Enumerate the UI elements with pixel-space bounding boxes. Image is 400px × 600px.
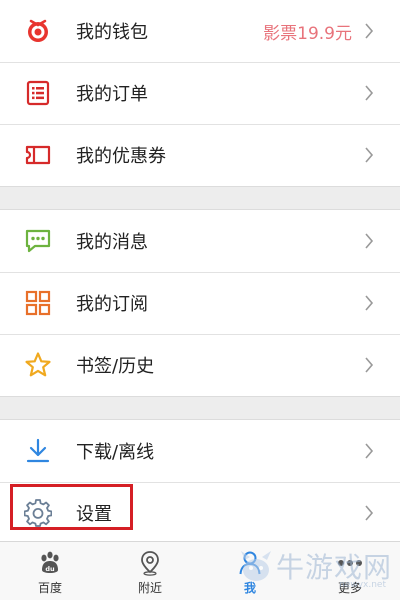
tab-nearby[interactable]: 附近	[100, 542, 200, 600]
menu-item-wallet[interactable]: 我的钱包 影票19.9元	[0, 0, 400, 62]
menu-item-downloads[interactable]: 下载/离线	[0, 420, 400, 482]
menu-section-system: 下载/离线 设置	[0, 419, 400, 545]
wallet-balance-value: 影票19.9元	[263, 23, 352, 44]
location-pin-icon	[136, 549, 164, 577]
chevron-right-icon	[365, 295, 374, 311]
svg-text:du: du	[45, 565, 55, 573]
menu-section-content: 我的消息 我的订阅 书签/历史	[0, 209, 400, 397]
section-divider	[0, 187, 400, 209]
section-divider	[0, 397, 400, 419]
menu-item-label: 我的消息	[76, 232, 148, 253]
menu-item-label: 设置	[76, 504, 112, 525]
menu-item-label: 书签/历史	[76, 356, 155, 377]
menu-item-label: 我的订单	[76, 84, 148, 105]
chevron-right-icon	[365, 147, 374, 163]
tab-label: 我	[243, 580, 256, 595]
wallet-logo-icon	[24, 17, 52, 45]
menu-item-bookmarks-history[interactable]: 书签/历史	[0, 334, 400, 396]
bottom-tab-bar: du 百度 附近 我 更多	[0, 541, 400, 600]
menu-item-subscriptions[interactable]: 我的订阅	[0, 272, 400, 334]
menu-item-messages[interactable]: 我的消息	[0, 210, 400, 272]
menu-item-label: 下载/离线	[76, 442, 155, 463]
menu-section-account: 我的钱包 影票19.9元 我的订单 我的优惠券	[0, 0, 400, 187]
menu-item-label: 我的优惠券	[76, 146, 166, 167]
chevron-right-icon	[365, 23, 374, 39]
person-icon	[236, 549, 264, 577]
baidu-paw-icon: du	[36, 549, 64, 577]
gear-icon	[24, 499, 52, 527]
chevron-right-icon	[365, 85, 374, 101]
chevron-right-icon	[365, 233, 374, 249]
coupon-ticket-icon	[24, 141, 52, 169]
chevron-right-icon	[365, 505, 374, 521]
menu-item-orders[interactable]: 我的订单	[0, 62, 400, 124]
tab-label: 更多	[337, 580, 362, 595]
tab-me[interactable]: 我	[200, 542, 300, 600]
menu-item-label: 我的订阅	[76, 294, 148, 315]
menu-item-coupons[interactable]: 我的优惠券	[0, 124, 400, 186]
menu-item-label: 我的钱包	[76, 22, 148, 43]
download-icon	[24, 437, 52, 465]
star-icon	[24, 351, 52, 379]
grid-subscribe-icon	[24, 289, 52, 317]
order-list-icon	[24, 79, 52, 107]
menu-item-settings[interactable]: 设置	[0, 482, 400, 544]
chevron-right-icon	[365, 357, 374, 373]
tab-baidu[interactable]: du 百度	[0, 542, 100, 600]
tab-label: 百度	[37, 580, 62, 595]
tab-more[interactable]: 更多	[300, 542, 400, 600]
chevron-right-icon	[365, 443, 374, 459]
more-dots-icon	[336, 549, 364, 577]
tab-label: 附近	[137, 580, 162, 595]
message-bubble-icon	[24, 227, 52, 255]
